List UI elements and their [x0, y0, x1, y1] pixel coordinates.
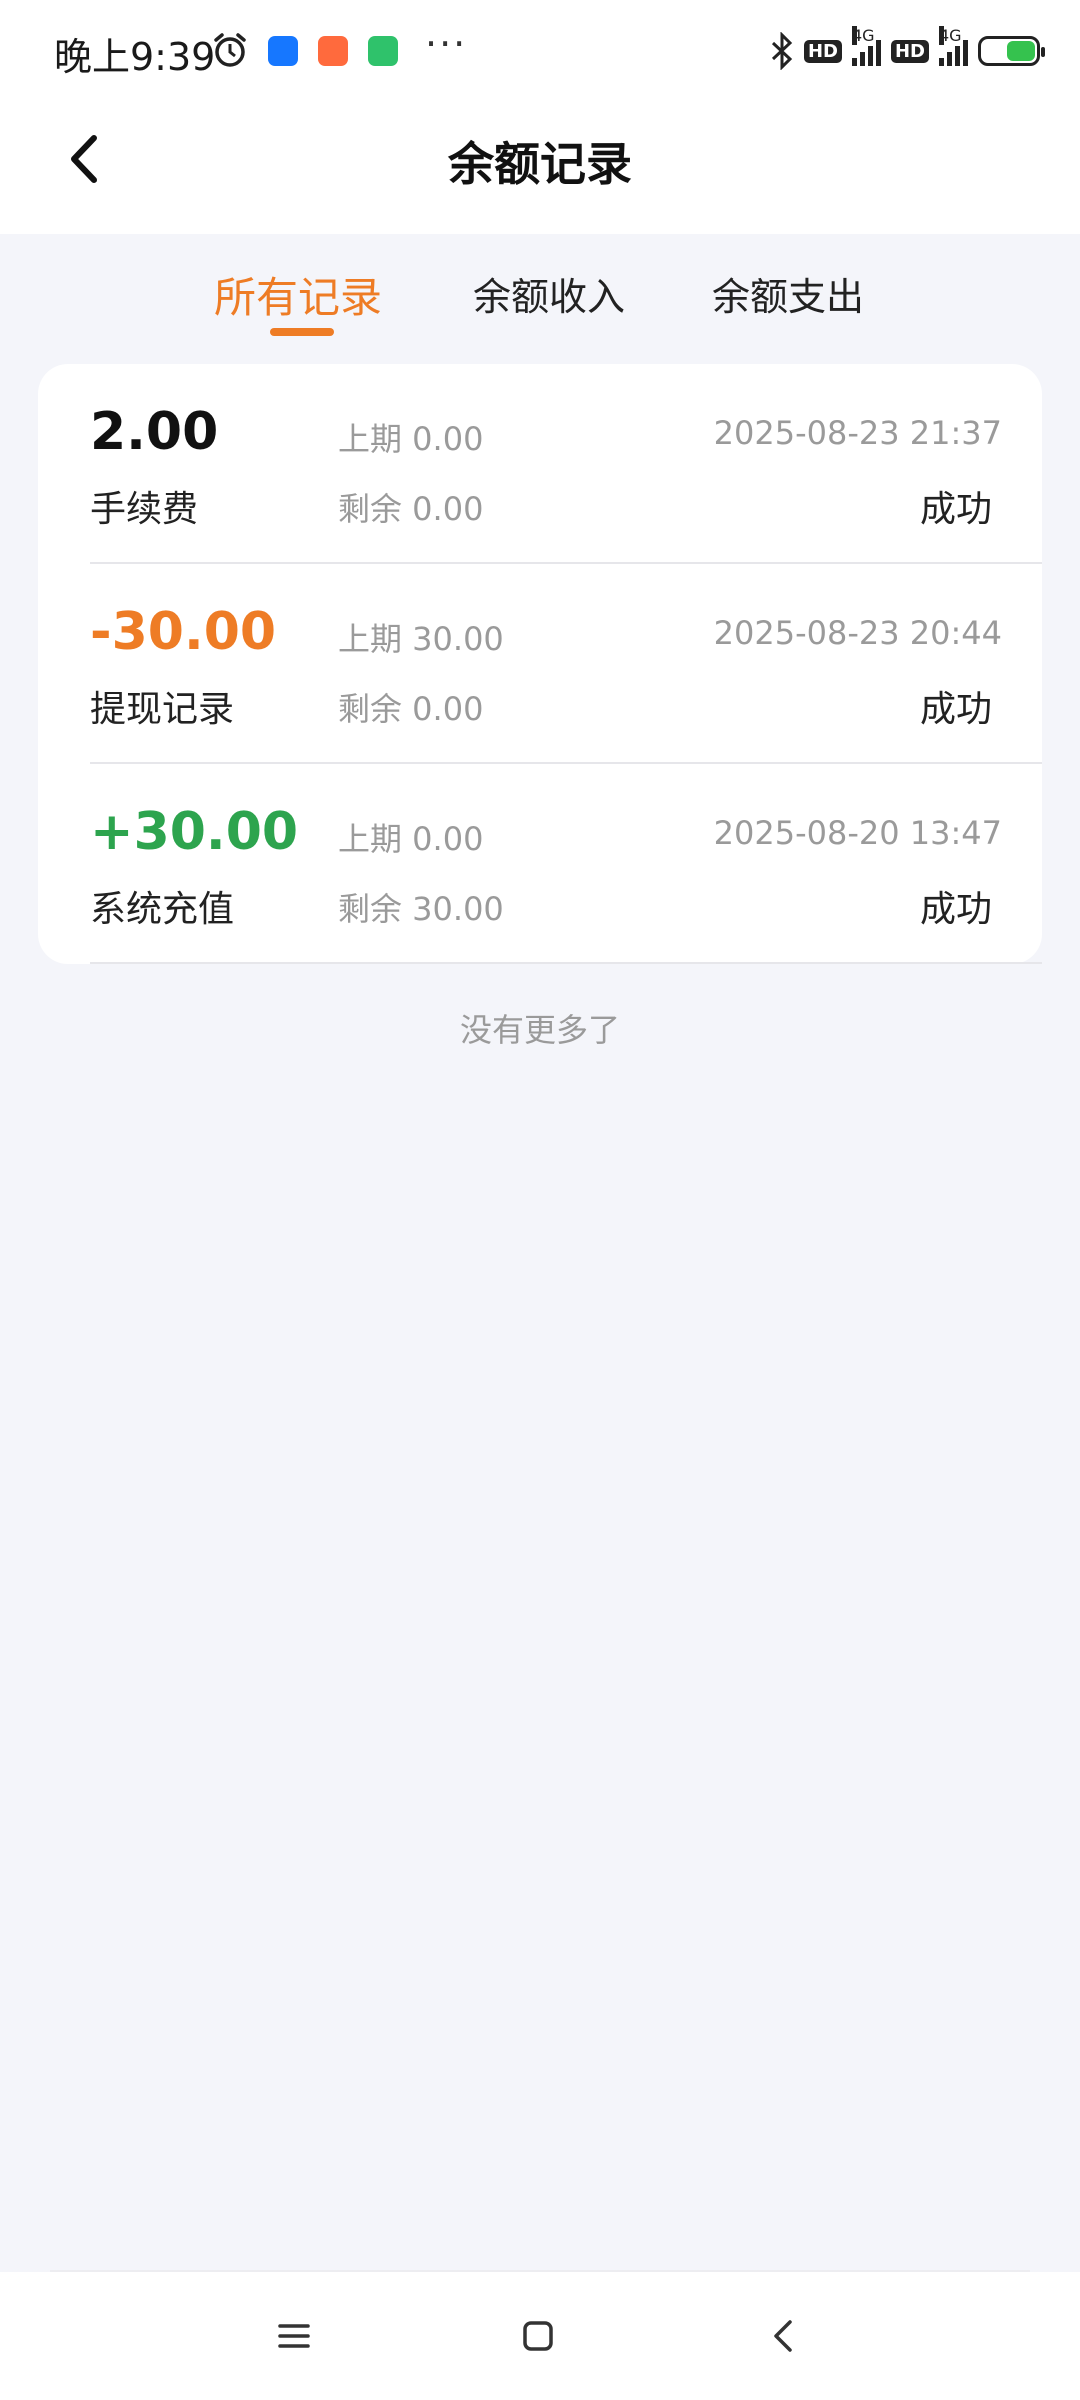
record-status: 成功 [919, 489, 992, 530]
iqiyi-notification-icon [368, 36, 398, 66]
record-time: 2025-08-20 13:47 [713, 814, 1002, 852]
record-status: 成功 [919, 889, 992, 930]
records-list: 2.00 手续费 上期 0.00 剩余 0.00 2025-08-23 21:3… [38, 364, 1042, 964]
record-type: 提现记录 [90, 689, 235, 730]
shop-notification-icon [318, 36, 348, 66]
bluetooth-icon [771, 32, 793, 70]
tab-balance-income[interactable]: 余额收入 [473, 266, 625, 321]
menu-icon[interactable] [274, 2316, 314, 2356]
back-icon[interactable] [764, 2316, 804, 2356]
record-item[interactable]: +30.00 系统充值 上期 0.00 剩余 30.00 2025-08-20 … [38, 764, 1042, 964]
record-item[interactable]: 2.00 手续费 上期 0.00 剩余 0.00 2025-08-23 21:3… [38, 364, 1042, 564]
alarm-icon [214, 33, 246, 67]
system-nav-bar [0, 2272, 1080, 2400]
status-indicators: HD 4G HD 4G [770, 26, 1045, 72]
record-amount: -30.00 [90, 602, 277, 662]
tab-balance-expense[interactable]: 余额支出 [712, 266, 864, 321]
record-previous-balance: 上期 30.00 [338, 620, 504, 658]
hd-badge-2: HD [890, 39, 929, 63]
tab-all-records[interactable]: 所有记录 [214, 264, 382, 325]
top-area: 晚上9:39 ··· HD 4G HD 4G 余额记录 [0, 0, 1080, 234]
record-time: 2025-08-23 21:37 [713, 414, 1002, 452]
signal-icon: 4G [851, 26, 881, 66]
active-tab-indicator [270, 328, 334, 336]
status-bar: 晚上9:39 ··· HD 4G HD 4G [0, 0, 1080, 104]
record-status: 成功 [919, 689, 992, 730]
record-item[interactable]: -30.00 提现记录 上期 30.00 剩余 0.00 2025-08-23 … [38, 564, 1042, 764]
app-header: 余额记录 [0, 104, 1080, 234]
record-amount: +30.00 [90, 802, 299, 862]
record-type: 系统充值 [90, 889, 235, 930]
more-notifications-icon: ··· [425, 22, 468, 66]
signal-icon-2: 4G [939, 26, 968, 66]
battery-icon [978, 36, 1045, 66]
status-time: 晚上9:39 [54, 35, 216, 79]
divider [90, 962, 1042, 964]
record-remaining-balance: 剩余 0.00 [338, 690, 484, 728]
record-previous-balance: 上期 0.00 [338, 820, 484, 858]
record-amount: 2.00 [90, 402, 219, 462]
filter-tabs: 所有记录 余额收入 余额支出 [0, 234, 1080, 344]
record-remaining-balance: 剩余 30.00 [338, 890, 504, 928]
no-more-text: 没有更多了 [459, 1011, 620, 1049]
record-time: 2025-08-23 20:44 [713, 614, 1002, 652]
alipay-notification-icon [268, 36, 298, 66]
record-previous-balance: 上期 0.00 [338, 420, 484, 458]
home-icon[interactable] [518, 2316, 558, 2356]
record-remaining-balance: 剩余 0.00 [338, 490, 484, 528]
hd-badge: HD [803, 39, 842, 63]
record-type: 手续费 [90, 489, 199, 530]
page-title: 余额记录 [448, 137, 632, 191]
